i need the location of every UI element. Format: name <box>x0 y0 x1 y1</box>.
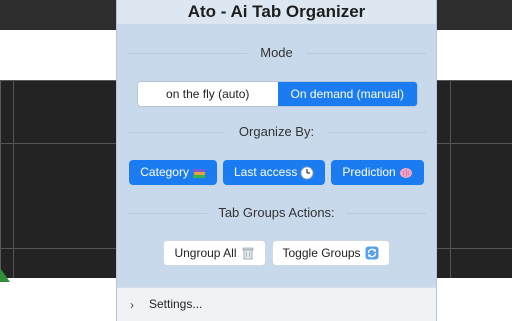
ungroup-all-button[interactable]: Ungroup All <box>163 240 266 266</box>
mode-heading-label: Mode <box>260 45 293 60</box>
trash-icon <box>242 247 253 260</box>
tab-groups-heading-label: Tab Groups Actions: <box>218 205 335 220</box>
organize-heading-label: Organize By: <box>238 124 315 139</box>
prediction-button[interactable]: Prediction <box>331 160 424 185</box>
last-access-button[interactable]: Last access <box>222 160 326 185</box>
mode-heading: Mode <box>127 45 426 60</box>
clock-icon <box>300 166 314 179</box>
last-access-label: Last access <box>233 165 298 179</box>
prediction-label: Prediction <box>342 165 396 179</box>
extension-popup: Ato - Ai Tab Organizer Mode on the fly (… <box>117 0 436 321</box>
organize-buttons: Category Last access Prediction <box>117 160 436 185</box>
settings-row[interactable]: › Settings... <box>117 287 436 321</box>
chevron-right-icon: › <box>130 298 134 312</box>
books-icon <box>192 168 205 178</box>
mode-toggle: on the fly (auto) On demand (manual) <box>137 81 418 107</box>
mode-auto-option[interactable]: on the fly (auto) <box>138 82 278 106</box>
category-label: Category <box>140 165 189 179</box>
category-button[interactable]: Category <box>129 160 217 185</box>
ungroup-all-label: Ungroup All <box>174 246 237 260</box>
toggle-groups-label: Toggle Groups <box>282 246 361 260</box>
settings-label: Settings... <box>149 297 203 311</box>
organize-heading: Organize By: <box>127 124 426 139</box>
brain-icon <box>399 167 412 178</box>
tab-groups-heading: Tab Groups Actions: <box>127 205 426 220</box>
mode-manual-option[interactable]: On demand (manual) <box>277 82 417 106</box>
refresh-icon <box>365 246 379 260</box>
tab-groups-buttons: Ungroup All Toggle Groups <box>117 240 436 266</box>
toggle-groups-button[interactable]: Toggle Groups <box>271 240 390 266</box>
popup-title: Ato - Ai Tab Organizer <box>117 0 436 24</box>
